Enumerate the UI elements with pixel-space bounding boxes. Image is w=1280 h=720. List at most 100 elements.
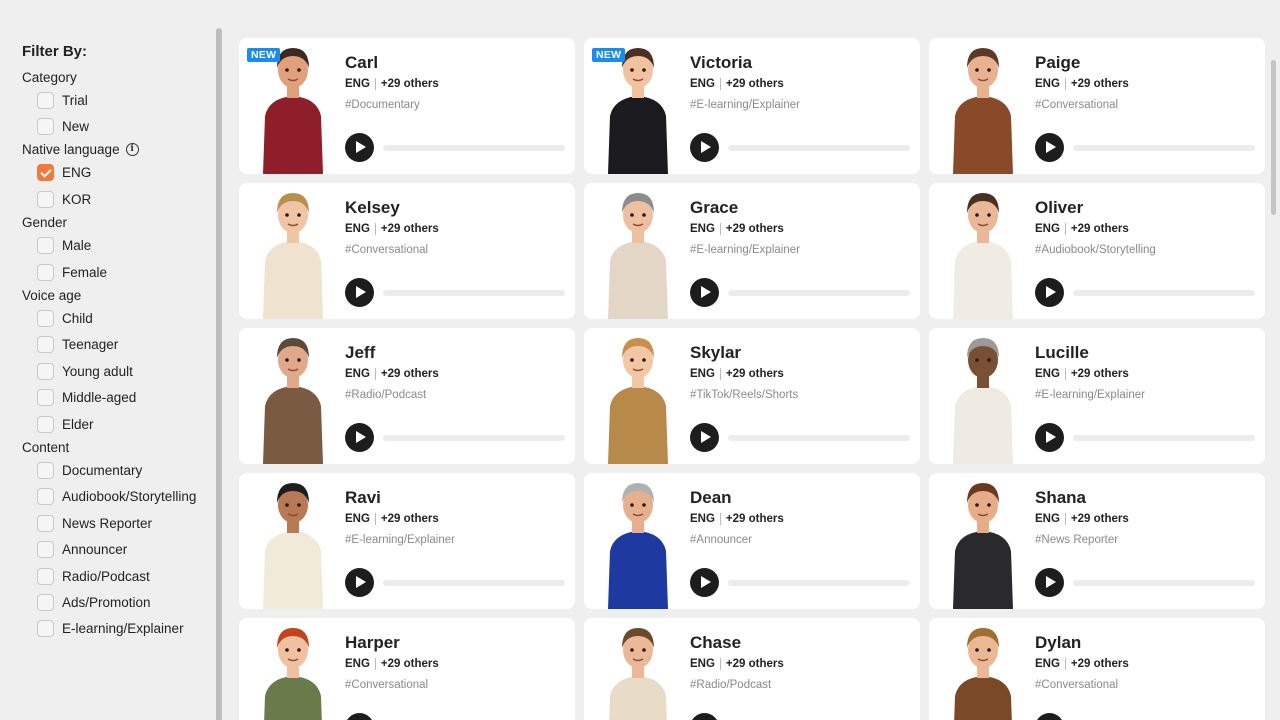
voice-card[interactable]: NEW Victoria ENG +29 others #E-learning/… [584,38,920,174]
filter-option[interactable]: KOR [22,186,216,212]
divider [719,223,721,235]
voice-card[interactable]: Dean ENG +29 others #Announcer [584,473,920,609]
voice-card[interactable]: Shana ENG +29 others #News Reporter [929,473,1265,609]
checkbox[interactable] [37,488,54,506]
checkbox[interactable] [37,620,54,638]
voice-card[interactable]: Chase ENG +29 others #Radio/Podcast [584,618,920,720]
filter-option[interactable]: Elder [22,411,216,437]
checkbox[interactable] [37,237,54,255]
voice-name: Oliver [1035,198,1084,217]
filter-option[interactable]: Middle-aged [22,385,216,411]
page-scrollbar[interactable] [1266,0,1280,720]
filter-sidebar: Filter By: Category Trial New Native langua… [0,0,216,720]
filter-option[interactable]: Radio/Podcast [22,563,216,589]
filter-option[interactable]: News Reporter [22,510,216,536]
checkbox[interactable] [37,310,54,328]
play-icon[interactable] [690,713,719,720]
voice-name: Paige [1035,53,1081,72]
filter-option[interactable]: Trial [22,87,216,113]
play-icon[interactable] [345,568,374,597]
audio-progress-bar[interactable] [728,290,910,296]
play-icon[interactable] [690,423,719,452]
filter-option-label: Documentary [62,462,143,478]
checkbox[interactable] [37,541,54,559]
voice-card[interactable]: Ravi ENG +29 others #E-learning/Explaine… [239,473,575,609]
voice-card[interactable]: Skylar ENG +29 others #TikTok/Reels/Shor… [584,328,920,464]
play-icon[interactable] [345,278,374,307]
play-icon[interactable] [1035,713,1064,720]
play-icon[interactable] [690,278,719,307]
checkbox[interactable] [37,461,54,479]
voice-card[interactable]: Jeff ENG +29 others #Radio/Podcast [239,328,575,464]
audio-progress-bar[interactable] [728,580,910,586]
voice-card[interactable]: Oliver ENG +29 others #Audiobook/Storyte… [929,183,1265,319]
page-scrollbar-thumb[interactable] [1271,60,1276,215]
audio-progress-bar[interactable] [383,435,565,441]
filter-option[interactable]: Teenager [22,332,216,358]
checkbox[interactable] [37,362,54,380]
filter-option[interactable]: E-learning/Explainer [22,616,216,642]
checkbox[interactable] [37,118,54,136]
voice-card[interactable]: Paige ENG +29 others #Conversational [929,38,1265,174]
voice-card[interactable]: Harper ENG +29 others #Conversational [239,618,575,720]
info-icon[interactable]: i [125,143,139,157]
voice-card[interactable]: Lucille ENG +29 others #E-learning/Expla… [929,328,1265,464]
checkbox[interactable] [37,415,54,433]
play-icon[interactable] [345,713,374,720]
checkbox[interactable] [37,164,54,182]
character-illustration [608,338,668,464]
voice-card[interactable]: Grace ENG +29 others #E-learning/Explain… [584,183,920,319]
filter-option[interactable]: Male [22,233,216,259]
voice-tag: #E-learning/Explainer [345,534,455,546]
play-icon[interactable] [690,568,719,597]
audio-progress-bar[interactable] [383,580,565,586]
checkbox[interactable] [37,336,54,354]
play-icon[interactable] [1035,568,1064,597]
audio-progress-bar[interactable] [383,290,565,296]
filter-option[interactable]: Audiobook/Storytelling [22,484,216,510]
audio-progress-bar[interactable] [1073,145,1255,151]
filter-option[interactable]: Announcer [22,536,216,562]
play-icon[interactable] [1035,423,1064,452]
voice-tag: #Conversational [1035,99,1119,111]
filter-option[interactable]: Young adult [22,358,216,384]
checkbox[interactable] [37,593,54,611]
play-icon[interactable] [1035,278,1064,307]
filter-option[interactable]: New [22,113,216,139]
filter-option-label: Male [62,238,92,254]
sidebar-scrollbar[interactable] [216,28,222,720]
filter-option[interactable]: Child [22,305,216,331]
filter-group-title: Gender [22,213,216,233]
audio-progress-bar[interactable] [728,435,910,441]
character-illustration [263,193,323,319]
filter-option[interactable]: Documentary [22,457,216,483]
play-icon[interactable] [345,423,374,452]
filter-option[interactable]: Female [22,259,216,285]
voice-card[interactable]: Dylan ENG +29 others #Conversational [929,618,1265,720]
audio-progress-bar[interactable] [1073,580,1255,586]
language-code: ENG [345,513,370,525]
voice-card[interactable]: Kelsey ENG +29 others #Conversational [239,183,575,319]
audio-progress-bar[interactable] [728,145,910,151]
play-icon[interactable] [690,133,719,162]
play-icon[interactable] [1035,133,1064,162]
checkbox[interactable] [37,190,54,208]
other-languages: +29 others [380,223,439,235]
filter-option[interactable]: Ads/Promotion [22,589,216,615]
checkbox[interactable] [37,567,54,585]
audio-progress-bar[interactable] [1073,290,1255,296]
checkbox[interactable] [37,91,54,109]
audio-progress-bar[interactable] [383,145,565,151]
audio-progress-bar[interactable] [1073,435,1255,441]
checkbox[interactable] [37,389,54,407]
filter-group: Voice age Child Teenager Young adult Middle-… [22,285,216,437]
voice-card[interactable]: NEW Carl ENG +29 others #Documentary [239,38,575,174]
avatar [590,328,686,464]
avatar [935,618,1031,720]
checkbox[interactable] [37,514,54,532]
checkbox[interactable] [37,263,54,281]
play-icon[interactable] [345,133,374,162]
language-info: ENG +29 others [690,223,784,235]
language-code: ENG [345,658,370,670]
filter-option[interactable]: ENG [22,160,216,186]
